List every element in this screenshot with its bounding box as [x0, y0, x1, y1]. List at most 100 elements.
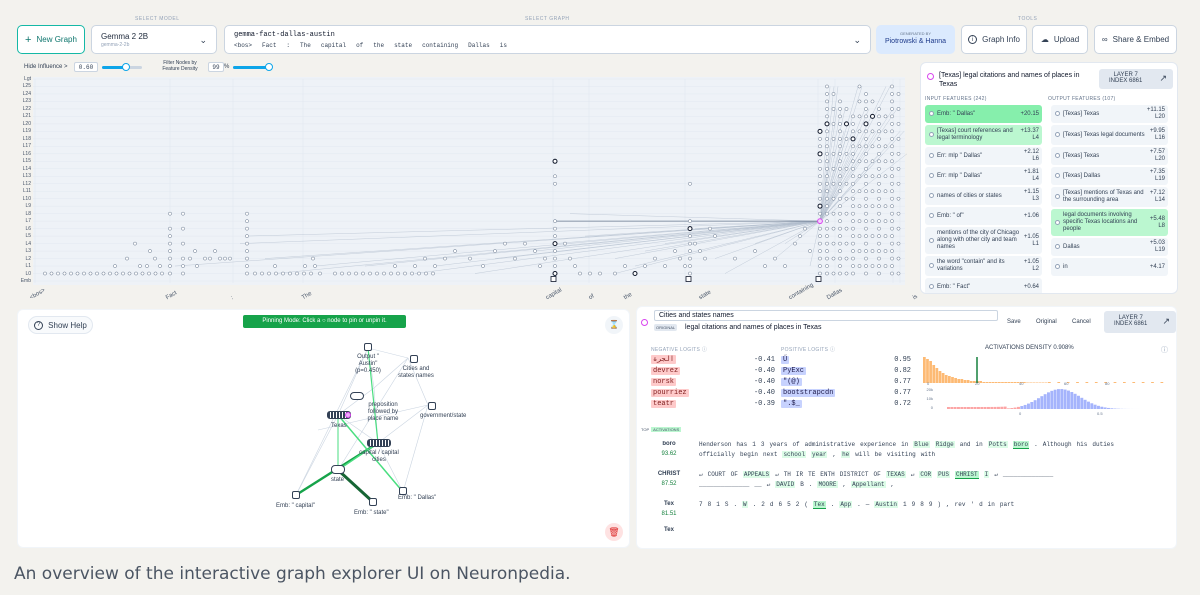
feature-node[interactable] [890, 92, 894, 96]
feature-node[interactable] [857, 189, 862, 194]
feature-node[interactable] [688, 271, 692, 276]
feature-node[interactable] [838, 114, 842, 119]
feature-node[interactable] [825, 84, 829, 89]
feature-node[interactable] [851, 211, 855, 216]
feature-node[interactable] [95, 271, 99, 276]
feature-node[interactable] [838, 226, 842, 231]
feature-node[interactable] [890, 174, 894, 179]
feature-node[interactable] [333, 271, 337, 276]
feature-node[interactable] [543, 256, 547, 261]
feature-row[interactable]: legal documents involving specific Texas… [1051, 209, 1168, 236]
feature-node[interactable] [896, 211, 901, 216]
feature-node[interactable] [838, 241, 842, 246]
original-button[interactable]: Original [1036, 319, 1057, 325]
feature-node[interactable] [808, 249, 812, 253]
feature-node[interactable] [851, 122, 855, 126]
feature-node[interactable] [825, 189, 829, 194]
feature-node[interactable] [825, 204, 829, 209]
feature-name-input[interactable]: Cities and states names [654, 310, 998, 321]
feature-node[interactable] [857, 84, 862, 89]
feature-node[interactable] [870, 99, 875, 104]
feature-node[interactable] [890, 189, 894, 194]
save-button[interactable]: Save [1007, 319, 1021, 325]
feature-node[interactable] [693, 241, 697, 246]
feature-node[interactable] [382, 271, 386, 276]
help-icon[interactable]: ⓘ [1161, 345, 1168, 355]
feature-node[interactable] [844, 196, 849, 201]
feature-node[interactable] [851, 166, 855, 171]
feature-node[interactable] [883, 114, 888, 119]
feature-pin-icon[interactable] [641, 319, 648, 326]
feature-node[interactable] [713, 234, 717, 238]
feature-node[interactable] [864, 256, 868, 261]
feature-node[interactable] [838, 137, 842, 141]
feature-node[interactable] [864, 107, 868, 111]
feature-node[interactable] [181, 211, 185, 216]
feature-node[interactable] [883, 144, 888, 149]
feature-node[interactable] [870, 249, 875, 253]
feature-node[interactable] [857, 159, 862, 164]
feature-node[interactable] [503, 241, 507, 246]
feature-node[interactable] [481, 264, 485, 268]
graph-info-button[interactable]: i Graph Info [961, 25, 1027, 54]
feature-node[interactable] [223, 256, 227, 261]
feature-node[interactable] [857, 99, 862, 104]
feature-node[interactable] [573, 264, 577, 268]
feature-node[interactable] [831, 211, 836, 216]
feature-node[interactable] [838, 129, 842, 134]
feature-node[interactable] [877, 159, 881, 164]
feature-row[interactable]: [Texas] Texas legal documents +9.95 L16 [1051, 125, 1168, 145]
feature-node[interactable] [818, 271, 822, 276]
feature-node[interactable] [553, 174, 557, 179]
pin-circle-icon[interactable] [929, 263, 934, 268]
feature-node[interactable] [877, 151, 881, 156]
feature-node[interactable] [69, 271, 73, 276]
feature-row[interactable]: names of cities or states +1.15 L3 [925, 187, 1042, 205]
feature-node[interactable] [890, 137, 894, 141]
feature-node[interactable] [203, 256, 207, 261]
feature-node[interactable] [168, 241, 172, 246]
feature-node[interactable] [138, 264, 142, 268]
feature-row[interactable]: mentions of the city of Chicago along wi… [925, 227, 1042, 254]
feature-node[interactable] [302, 271, 306, 276]
feature-node[interactable] [245, 241, 249, 246]
feature-node[interactable] [683, 264, 687, 268]
feature-node[interactable] [375, 271, 379, 276]
feature-node[interactable] [733, 256, 737, 261]
feature-node[interactable] [890, 129, 894, 134]
feature-node[interactable] [864, 129, 868, 134]
feature-node[interactable] [864, 151, 868, 156]
feature-node[interactable] [75, 271, 80, 276]
pin-circle-icon[interactable] [1055, 264, 1060, 269]
feature-node[interactable] [877, 219, 881, 223]
feature-node[interactable] [838, 174, 842, 179]
feature-node[interactable] [253, 271, 257, 276]
feature-node[interactable] [864, 249, 868, 253]
feature-node[interactable] [864, 137, 868, 141]
feature-node[interactable] [857, 234, 862, 238]
feature-node[interactable] [864, 174, 868, 179]
feature-node[interactable] [553, 226, 557, 231]
feature-node[interactable] [864, 144, 868, 149]
feature-node[interactable] [688, 264, 692, 268]
feature-node[interactable] [883, 159, 888, 164]
feature-node[interactable] [838, 264, 842, 268]
feature-node[interactable] [423, 256, 427, 261]
feature-node[interactable] [168, 226, 172, 231]
feature-node[interactable] [838, 144, 842, 149]
feature-node[interactable] [245, 234, 249, 238]
feature-node[interactable] [851, 241, 855, 246]
feature-node[interactable] [850, 136, 856, 142]
feature-node[interactable] [870, 129, 875, 134]
feature-node[interactable] [88, 271, 93, 276]
feature-node[interactable] [864, 241, 868, 246]
feature-node[interactable] [347, 271, 351, 276]
feature-node[interactable] [851, 196, 855, 201]
feature-node[interactable] [688, 249, 692, 253]
pin-circle-icon[interactable] [929, 193, 934, 198]
feature-node[interactable] [453, 249, 457, 253]
feature-node[interactable] [877, 122, 881, 126]
feature-node[interactable] [288, 271, 292, 276]
feature-node[interactable] [896, 196, 901, 201]
feature-node[interactable] [295, 271, 299, 276]
